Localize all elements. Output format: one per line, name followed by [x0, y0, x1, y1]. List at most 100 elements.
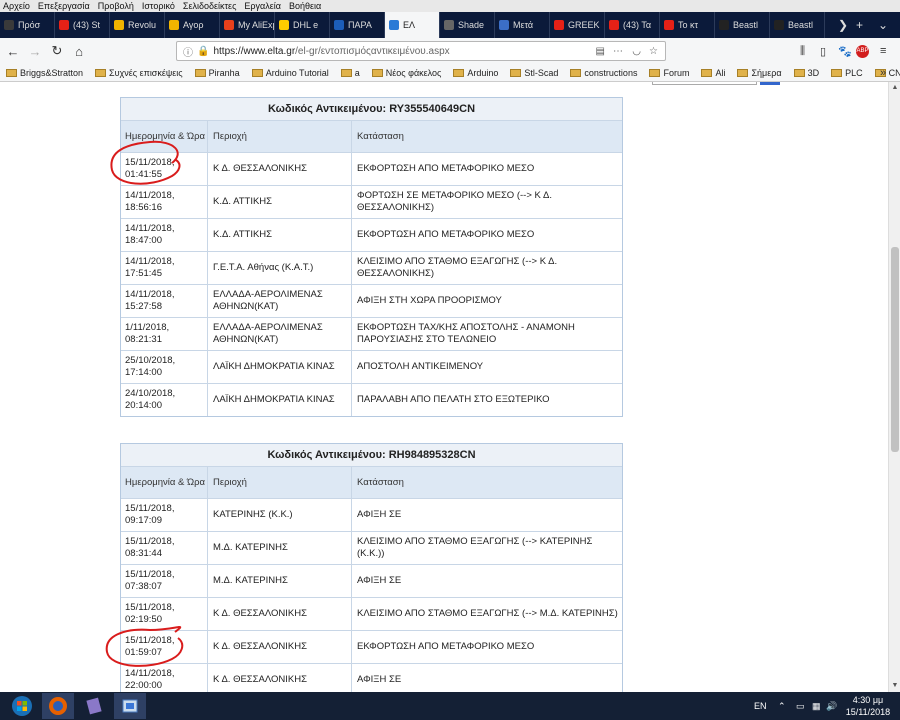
- browser-tab[interactable]: (43) Τα: [605, 12, 660, 38]
- extension-icon[interactable]: 🐾: [838, 38, 852, 64]
- tab-favicon-icon: [59, 20, 69, 30]
- area-cell: Κ Δ. ΘΕΣΣΑΛΟΝΙΚΗΣ: [207, 664, 351, 692]
- info-icon[interactable]: ⓘ: [183, 44, 193, 59]
- app-taskbar-icon[interactable]: [78, 693, 110, 719]
- volume-icon[interactable]: 🔊: [826, 692, 837, 720]
- area-cell: ΛΑΪΚΗ ΔΗΜΟΚΡΑΤΙΑ ΚΙΝΑΣ: [207, 351, 351, 383]
- new-tab-icon[interactable]: +: [856, 12, 863, 38]
- status-cell: ΚΛΕΙΣΙΜΟ ΑΠΟ ΣΤΑΘΜΟ ΕΞΑΓΩΓΗΣ (--> Μ.Δ. Κ…: [351, 598, 622, 630]
- browser-tab[interactable]: Πρόσ: [0, 12, 55, 38]
- browser-tab[interactable]: (43) St: [55, 12, 110, 38]
- tab-favicon-icon: [499, 20, 509, 30]
- scroll-up-icon[interactable]: ▲: [889, 82, 900, 94]
- firefox-taskbar-icon[interactable]: [42, 693, 74, 719]
- browser-tab[interactable]: ΕΛ: [385, 12, 440, 38]
- bookmark-label: Νέος φάκελος: [385, 67, 442, 78]
- bookmark-item[interactable]: Συχνές επισκέψεις: [95, 68, 183, 78]
- menu-hamburger-icon[interactable]: ≡: [880, 38, 886, 64]
- bookmark-item[interactable]: Piranha: [194, 68, 240, 78]
- language-indicator[interactable]: EN: [754, 692, 767, 720]
- home-icon[interactable]: ⌂: [68, 40, 90, 62]
- bookmark-item[interactable]: Arduino: [453, 68, 498, 78]
- sidebar-search-box[interactable]: [652, 82, 757, 85]
- tab-list-icon[interactable]: ⌄: [878, 12, 888, 38]
- tab-label: Beastl: [788, 20, 814, 30]
- browser-tab[interactable]: Μετά: [495, 12, 550, 38]
- reload-icon[interactable]: ↻: [46, 40, 68, 62]
- url-path: /el-gr/εντοπισμόςαντικειμένου.aspx: [295, 45, 450, 57]
- menu-file[interactable]: Αρχείο: [3, 1, 30, 11]
- start-button[interactable]: [6, 693, 38, 719]
- bookmark-item[interactable]: Σήμερα: [737, 68, 782, 78]
- bookmark-item[interactable]: Forum: [649, 68, 689, 78]
- sidebar-search-button[interactable]: [760, 82, 780, 85]
- bookmark-item[interactable]: Stl-Scad: [510, 68, 558, 78]
- tab-label: My AliExp: [238, 20, 275, 30]
- reader-view-icon[interactable]: ▤: [596, 46, 605, 57]
- table-row: 1/11/2018, 08:21:31 ΕΛΛΑΔΑ-ΑΕΡΟΛΙΜΕΝΑΣ ΑΘΗ…: [121, 317, 622, 350]
- scroll-thumb[interactable]: [891, 247, 899, 452]
- battery-icon[interactable]: ▭: [796, 692, 805, 720]
- bookmark-item[interactable]: constructions: [570, 68, 637, 78]
- browser-tab[interactable]: Revolu: [110, 12, 165, 38]
- tray-expand-icon[interactable]: ⌃: [778, 692, 786, 720]
- time-text: 07:38:07: [125, 581, 162, 592]
- scroll-down-icon[interactable]: ▼: [889, 680, 900, 692]
- status-cell: ΠΑΡΑΛΑΒΗ ΑΠΟ ΠΕΛΑΤΗ ΣΤΟ ΕΞΩΤΕΡΙΚΟ: [351, 384, 622, 416]
- bookmark-label: Forum: [663, 67, 690, 78]
- folder-icon: [340, 68, 352, 77]
- date-text: 14/11/2018,: [125, 289, 175, 300]
- browser-tab[interactable]: Αγορ: [165, 12, 220, 38]
- datetime-cell: 14/11/2018, 17:51:45: [121, 252, 207, 284]
- browser-tab[interactable]: My AliExp: [220, 12, 275, 38]
- network-icon[interactable]: ▦: [812, 692, 821, 720]
- back-icon[interactable]: ←: [2, 40, 24, 62]
- bookmark-star-icon[interactable]: ☆: [649, 46, 658, 57]
- bookmark-item[interactable]: a: [340, 68, 360, 78]
- tab-label: Πρόσ: [18, 20, 41, 30]
- browser-tab[interactable]: Beastl: [715, 12, 770, 38]
- menu-view[interactable]: Προβολή: [98, 1, 134, 11]
- bookmark-item[interactable]: Arduino Tutorial: [251, 68, 329, 78]
- menu-tools[interactable]: Εργαλεία: [244, 1, 281, 11]
- more-actions-icon[interactable]: ⋯: [613, 46, 623, 57]
- adblock-icon[interactable]: ABP: [856, 38, 869, 64]
- menu-help[interactable]: Βοήθεια: [289, 1, 321, 11]
- bookmark-item[interactable]: Ali: [701, 68, 725, 78]
- browser-tab[interactable]: GREEK: [550, 12, 605, 38]
- menu-edit[interactable]: Επεξεργασία: [38, 1, 90, 11]
- address-bar[interactable]: ⓘ 🔒 https://www.elta.gr /el-gr/εντοπισμό…: [176, 41, 666, 61]
- menu-history[interactable]: Ιστορικό: [142, 1, 175, 11]
- page-scrollbar[interactable]: ▲ ▼: [888, 82, 900, 692]
- browser-tab[interactable]: DHL e: [275, 12, 330, 38]
- menu-bookmarks[interactable]: Σελιδοδείκτες: [183, 1, 237, 11]
- folder-icon: [570, 68, 582, 77]
- bookmarks-overflow-icon[interactable]: »: [880, 64, 886, 82]
- forward-icon[interactable]: →: [24, 40, 46, 62]
- tab-favicon-icon: [389, 20, 399, 30]
- taskbar-clock[interactable]: 4:30 μμ 15/11/2018: [838, 694, 898, 718]
- browser-tab[interactable]: Beastl: [770, 12, 825, 38]
- browser-tab[interactable]: Το κτ: [660, 12, 715, 38]
- bookmark-item[interactable]: CNC: [874, 68, 900, 78]
- time-text: 08:31:44: [125, 548, 162, 559]
- bookmark-item[interactable]: 3D: [793, 68, 819, 78]
- folder-icon: [701, 68, 713, 77]
- datetime-cell: 15/11/2018, 07:38:07: [121, 565, 207, 597]
- tab-scroll-right-icon[interactable]: ❯: [838, 12, 848, 38]
- bookmark-label: Stl-Scad: [524, 67, 559, 78]
- bookmark-item[interactable]: Briggs&Stratton: [6, 68, 83, 78]
- explorer-taskbar-icon[interactable]: [114, 693, 146, 719]
- browser-tab[interactable]: Shade: [440, 12, 495, 38]
- browser-tab[interactable]: ΠΑΡΑ: [330, 12, 385, 38]
- bookmark-item[interactable]: PLC: [831, 68, 863, 78]
- status-cell: ΑΦΙΞΗ ΣΕ: [351, 499, 622, 531]
- bookmark-item[interactable]: Νέος φάκελος: [371, 67, 442, 78]
- library-icon[interactable]: ⫼: [800, 38, 805, 64]
- bookmark-label: Ali: [715, 67, 726, 78]
- column-header: Ημερομηνία & Ώρα: [125, 476, 206, 488]
- time-text: 15:27:58: [125, 301, 162, 312]
- sidebar-icon[interactable]: ▯: [820, 38, 826, 64]
- pocket-icon[interactable]: ◡: [632, 46, 641, 57]
- area-cell: Μ.Δ. ΚΑΤΕΡΙΝΗΣ: [207, 532, 351, 564]
